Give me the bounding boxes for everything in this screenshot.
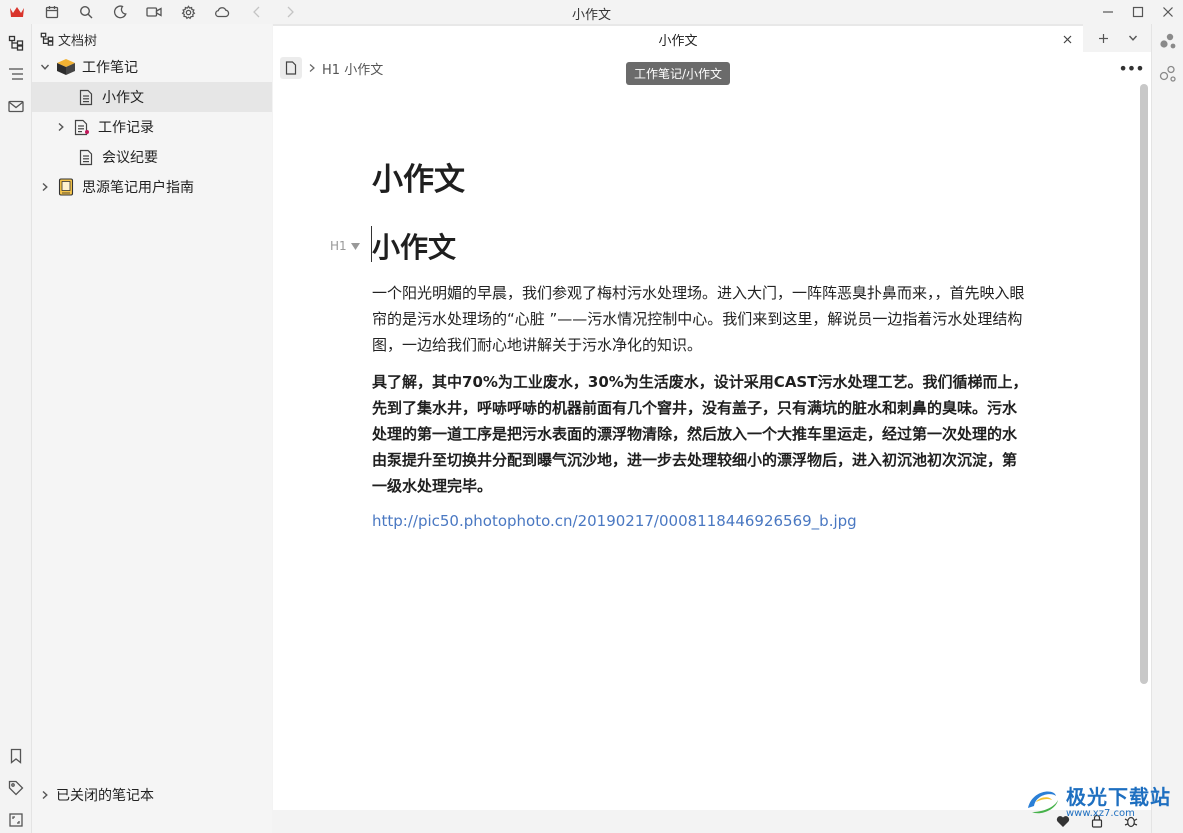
breadcrumb-separator-icon [308,63,316,73]
breadcrumb-heading-label: 小作文 [344,62,384,78]
triangle-down-icon [350,242,360,250]
document-icon[interactable] [280,57,302,79]
back-arrow-icon[interactable] [248,3,266,21]
close-window-button[interactable] [1152,0,1183,24]
tree-item-label: 会议纪要 [102,150,158,166]
breadcrumb-heading[interactable]: H1 小作文 [322,59,383,78]
tab-list-chevron-icon[interactable] [1123,29,1143,47]
tab-bar: 小作文 [273,24,1151,52]
chevron-right-icon[interactable] [38,788,52,802]
breadcrumb-heading-tag: H1 [322,62,341,78]
editor-panel: 小作文 H1 小作文 工作笔记/小作文 ••• 小作文 H1 小作文 一个阳光明… [273,24,1151,810]
heading-1[interactable]: 小作文 [372,226,456,266]
left-dock [0,24,32,833]
more-options-icon[interactable]: ••• [1118,59,1144,78]
cloud-sync-icon[interactable] [213,3,231,21]
tree-item-label: 思源笔记用户指南 [82,180,194,196]
site-watermark: 极光下载站 www.xz7.com [1022,778,1174,822]
heading-level-tag: H1 [330,239,347,253]
tab-label: 小作文 [658,33,698,49]
minimize-button[interactable] [1092,0,1124,24]
graph-view-icon[interactable] [1158,32,1178,52]
tree-item-label: 工作记录 [98,120,154,136]
maximize-button[interactable] [1122,0,1154,24]
tree-item-label: 小作文 [102,90,144,106]
tree-item-doc-meeting[interactable]: 会议纪要 [32,142,272,172]
document-tree-panel: 文档树 工作笔记 小作文 工作记录 会议纪要 思源笔记用户指南 已关闭的笔记本 [32,24,272,833]
tree-header-label: 文档树 [58,33,98,49]
paragraph-1[interactable]: 一个阳光明媚的早晨，我们参观了梅村污水处理场。进入大门，一阵阵恶臭扑鼻而来，，首… [372,280,1028,358]
search-icon[interactable] [77,3,95,21]
status-bar [273,810,1172,833]
tree-item-doc-essay[interactable]: 小作文 [32,82,272,112]
watermark-text: 极光下载站 [1066,785,1171,809]
scrollbar-thumb[interactable] [1140,84,1148,684]
app-logo-icon[interactable] [8,3,26,21]
document-with-children-icon [72,117,92,137]
breadcrumb: H1 小作文 [280,57,383,79]
chevron-down-icon[interactable] [38,60,52,74]
chevron-right-icon[interactable] [54,120,68,134]
watermark-url: www.xz7.com [1066,808,1135,819]
video-icon[interactable] [145,3,163,21]
heading-block-marker[interactable]: H1 [330,238,360,254]
tag-icon[interactable] [6,778,26,798]
swirl-logo-icon [1028,791,1058,814]
closed-notebooks-toggle[interactable]: 已关闭的笔记本 [38,784,154,806]
window-title: 小作文 [571,8,611,23]
tab-essay[interactable]: 小作文 [273,24,1083,52]
tree-item-notebook-work[interactable]: 工作笔记 [32,52,272,82]
paragraph-2-bold[interactable]: 具了解，其中70%为工业废水，30%为生活废水，设计采用CAST污水处理工艺。我… [372,369,1028,499]
fullscreen-icon[interactable] [6,810,26,830]
document-title[interactable]: 小作文 [372,154,465,199]
inbox-mail-icon[interactable] [6,96,26,116]
tree-item-notebook-guide[interactable]: 思源笔记用户指南 [32,172,272,202]
title-bar: 小作文 [0,0,1183,24]
file-tree-icon[interactable] [6,33,26,53]
moon-icon[interactable] [111,3,129,21]
right-dock [1151,24,1183,833]
global-graph-icon[interactable] [1158,64,1178,84]
path-tooltip: 工作笔记/小作文 [626,62,731,85]
bookmark-icon[interactable] [6,746,26,766]
calendar-icon[interactable] [43,3,61,21]
document-icon [76,147,96,167]
document-icon [76,87,96,107]
notebook-box-icon [56,57,76,77]
close-tab-icon[interactable] [1059,31,1075,47]
tree-header: 文档树 [40,30,98,49]
tree-item-label: 工作笔记 [82,60,138,76]
settings-gear-icon[interactable] [179,3,197,21]
closed-notebooks-label: 已关闭的笔记本 [56,788,154,804]
guide-book-icon [56,177,76,197]
chevron-right-icon[interactable] [38,180,52,194]
file-tree-icon [40,32,54,46]
new-tab-plus-icon[interactable] [1093,29,1113,47]
forward-arrow-icon[interactable] [281,3,299,21]
tree-item-doc-worklog[interactable]: 工作记录 [32,112,272,142]
editor-scrollbar[interactable] [1139,84,1149,810]
outline-icon[interactable] [6,64,26,84]
image-link[interactable]: http://pic50.photophoto.cn/20190217/0008… [372,512,857,530]
